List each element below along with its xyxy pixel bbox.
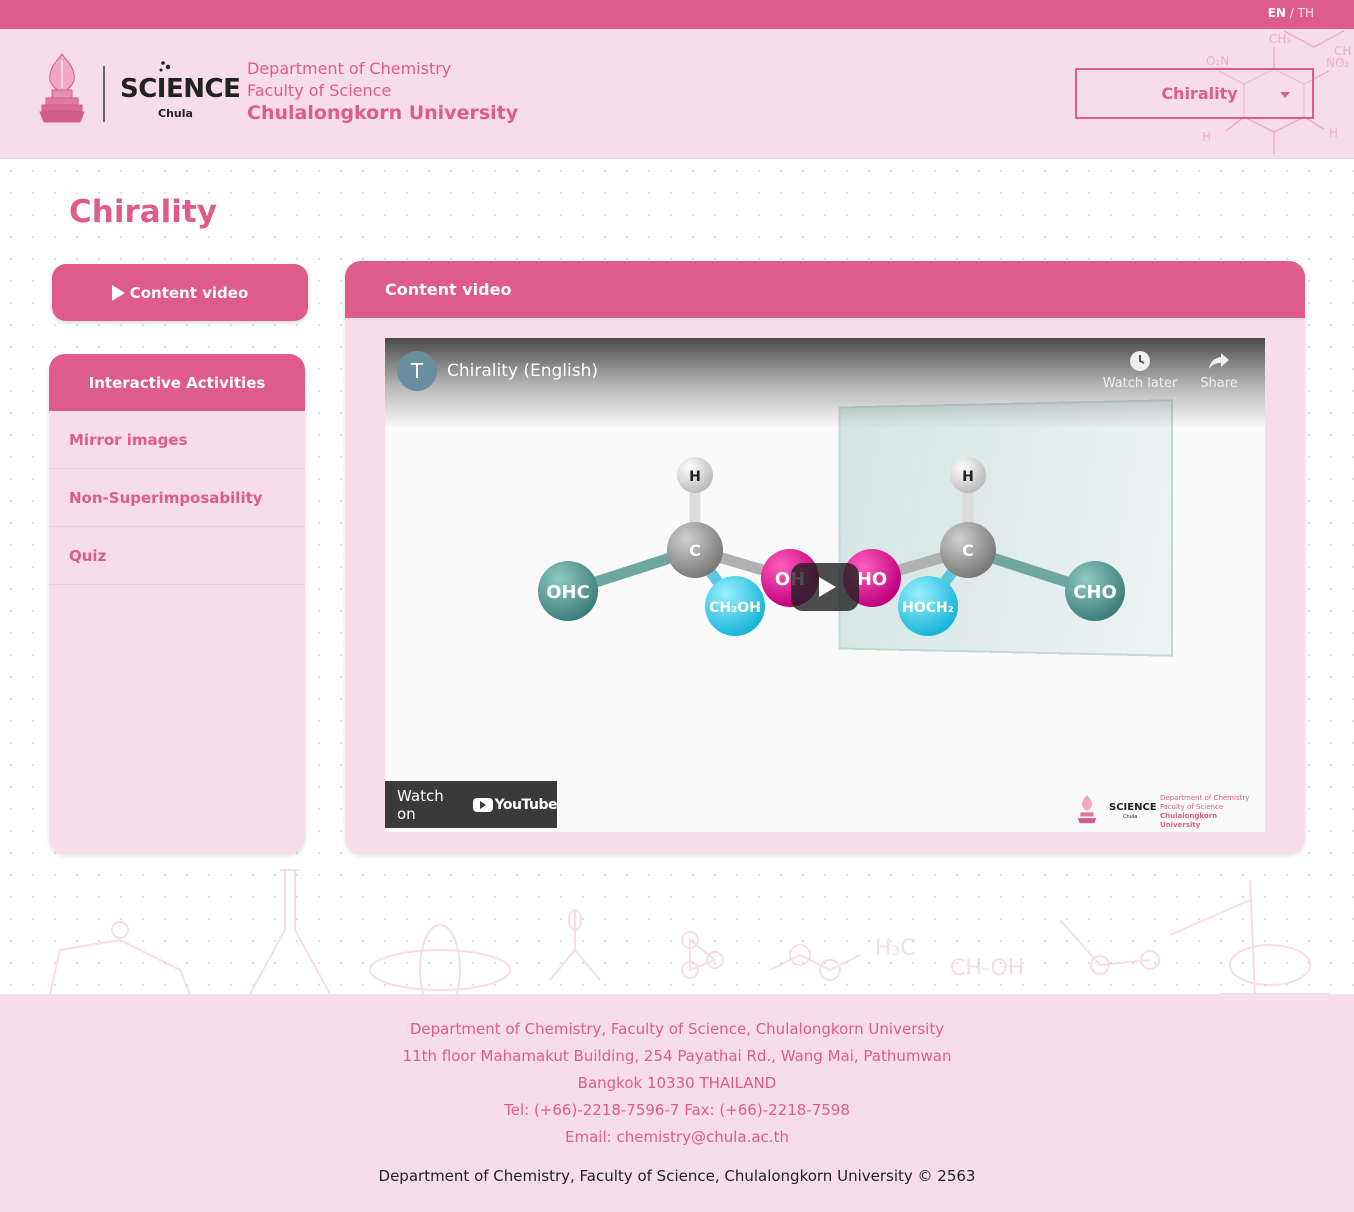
atom-label: HO [857, 569, 887, 590]
interactive-activities-panel: Interactive Activities Mirror images Non… [49, 354, 305, 854]
content-video-panel: Content video OHC C H CH₂OH OH HO HOCH₂ … [345, 261, 1305, 854]
content-video-button-label: Content video [129, 283, 249, 302]
play-icon [111, 284, 125, 301]
watermark-sub: Chula [1123, 814, 1138, 820]
science-logo-text: SCIENCE [120, 74, 241, 104]
atom-label: C [689, 541, 701, 560]
clock-icon [1130, 351, 1150, 371]
footer-address: Department of Chemistry, Faculty of Scie… [0, 1016, 1354, 1151]
svg-text:O₂N: O₂N [1206, 54, 1229, 68]
logo-dots-icon [159, 61, 171, 72]
footer-email: Email: chemistry@chula.ac.th [0, 1124, 1354, 1151]
topic-select-value: Chirality [1161, 84, 1238, 103]
watch-on-youtube-button[interactable]: Watch on YouTube [385, 781, 558, 828]
lang-separator: / [1285, 6, 1298, 20]
youtube-play-icon [472, 797, 493, 812]
activities-title: Interactive Activities [49, 354, 305, 411]
page-title: Chirality [69, 194, 217, 230]
dept-line-3: Chulalongkorn University [247, 102, 519, 124]
footer-email-link[interactable]: chemistry@chula.ac.th [616, 1128, 789, 1146]
watch-later-label: Watch later [1102, 376, 1178, 391]
atom-label: OHC [546, 582, 590, 603]
footer-line-1: Department of Chemistry, Faculty of Scie… [409, 1020, 945, 1038]
lang-en-link[interactable]: EN [1268, 6, 1286, 20]
youtube-logo: YouTube [472, 796, 558, 813]
video-title[interactable]: Chirality (English) [447, 361, 598, 381]
atom-label: HOCH₂ [902, 600, 954, 616]
video-watermark: SCIENCE Chula Department of Chemistry Fa… [1075, 790, 1255, 829]
language-switcher: EN / TH [1268, 6, 1314, 20]
video-panel-title: Content video [345, 261, 1305, 318]
lang-th-link[interactable]: TH [1298, 6, 1314, 20]
share-button[interactable]: Share [1179, 350, 1259, 391]
footer-phone: Tel: (+66)-2218-7596-7 Fax: (+66)-2218-7… [504, 1101, 850, 1119]
svg-text:CH: CH [1334, 44, 1351, 58]
sidebar-item-non-superimposability[interactable]: Non-Superimposability [49, 469, 305, 527]
topic-select[interactable]: Chirality [1075, 68, 1314, 119]
main-content: Chirality Content video Interactive Acti… [0, 160, 1354, 994]
play-button[interactable] [791, 563, 859, 611]
watermark-line-3: Chulalongkorn University [1160, 812, 1218, 829]
footer-email-label: Email: [565, 1128, 617, 1146]
science-logo-sub: Chula [158, 107, 193, 120]
university-crest-icon [39, 53, 85, 123]
watermark-science: SCIENCE [1109, 802, 1157, 813]
youtube-wordmark: YouTube [494, 796, 558, 813]
dept-line-1: Department of Chemistry [247, 59, 452, 78]
sidebar-item-mirror-images[interactable]: Mirror images [49, 411, 305, 469]
play-icon [818, 577, 836, 597]
atom-label: H [962, 469, 974, 485]
dept-line-2: Faculty of Science [247, 81, 392, 100]
svg-text:CH-OH: CH-OH [950, 956, 1024, 981]
atom-label: CHO [1073, 582, 1117, 603]
svg-text:H: H [1202, 130, 1211, 144]
footer-line-2: 11th floor Mahamakut Building, 254 Payat… [402, 1047, 952, 1065]
watermark-line-1: Department of Chemistry [1160, 794, 1250, 802]
department-name: Department of Chemistry Faculty of Scien… [247, 58, 518, 124]
atom-label: C [962, 541, 974, 560]
site-header: O₂N CH₃ NO₂ H H CH SCIENCE Chula Department … [0, 29, 1354, 159]
svg-text:H₃C: H₃C [875, 936, 916, 961]
logo-divider [103, 66, 105, 122]
content-video-button[interactable]: Content video [52, 264, 308, 321]
channel-avatar[interactable]: T [397, 351, 437, 391]
watch-later-button[interactable]: Watch later [1100, 350, 1180, 391]
share-icon [1209, 353, 1229, 369]
university-crest-icon [1077, 794, 1097, 824]
sidebar-item-quiz[interactable]: Quiz [49, 527, 305, 585]
svg-text:CH₃: CH₃ [1269, 32, 1291, 46]
svg-text:NO₂: NO₂ [1326, 56, 1349, 70]
watermark-dept: Department of Chemistry Faculty of Scien… [1160, 794, 1255, 830]
footer-line-3: Bangkok 10330 THAILAND [577, 1074, 777, 1092]
watch-on-label: Watch on [397, 786, 444, 823]
lab-glassware-decoration-icon: H₃C CH-OH [49, 869, 1330, 994]
footer-copyright: Department of Chemistry, Faculty of Scie… [378, 1167, 976, 1185]
svg-text:H: H [1329, 126, 1338, 140]
atom-label: CH₂OH [709, 600, 761, 616]
watermark-line-2: Faculty of Science [1160, 803, 1224, 811]
youtube-player[interactable]: OHC C H CH₂OH OH HO HOCH₂ C H CHO T Chir… [385, 338, 1265, 832]
atom-label: H [689, 469, 701, 485]
share-label: Share [1200, 376, 1238, 391]
site-footer: Department of Chemistry, Faculty of Scie… [0, 994, 1354, 1212]
top-bar: EN / TH [0, 0, 1354, 29]
caret-down-icon [1280, 92, 1290, 98]
